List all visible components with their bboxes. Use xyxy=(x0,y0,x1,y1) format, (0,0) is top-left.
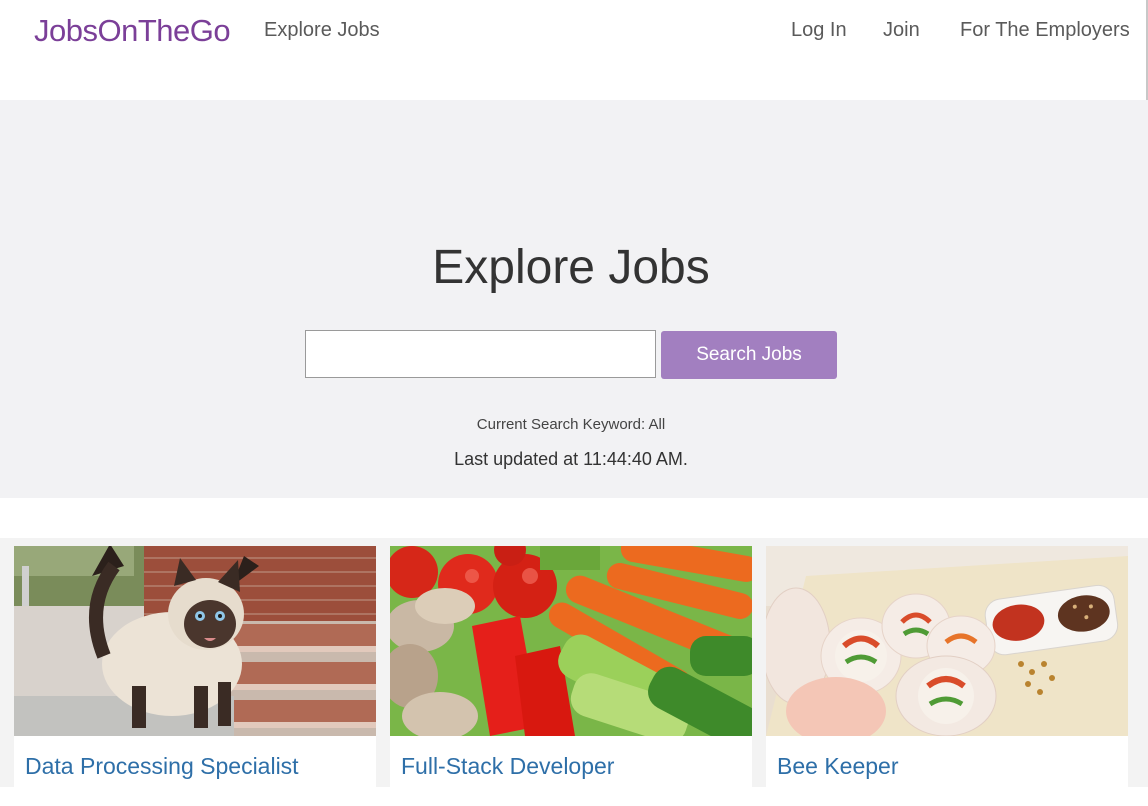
search-input[interactable] xyxy=(305,330,656,378)
siamese-cat-photo[interactable] xyxy=(14,546,376,736)
brand-logo-link[interactable]: JobsOnTheGo xyxy=(34,13,231,49)
hero-section: Explore Jobs Search Jobs Current Search … xyxy=(0,100,1148,498)
job-title-link[interactable]: Data Processing Specialist xyxy=(25,753,299,780)
last-updated-text: Last updated at 11:44:40 AM. xyxy=(454,449,688,469)
job-cards-grid: Data Processing Specialist Full-Stack De… xyxy=(0,538,1148,806)
search-jobs-button[interactable]: Search Jobs xyxy=(661,331,837,379)
nav-for-employers[interactable]: For The Employers xyxy=(960,19,1130,42)
job-title-link[interactable]: Full-Stack Developer xyxy=(401,753,614,780)
nav-log-in[interactable]: Log In xyxy=(791,19,847,42)
job-title-link[interactable]: Bee Keeper xyxy=(777,753,898,780)
nav-join[interactable]: Join xyxy=(883,19,920,42)
spring-rolls-photo[interactable] xyxy=(766,546,1128,736)
top-navbar: JobsOnTheGo Explore Jobs Log In Join For… xyxy=(0,0,1148,100)
nav-explore-jobs[interactable]: Explore Jobs xyxy=(264,19,380,42)
job-card[interactable]: Data Processing Specialist xyxy=(14,546,376,806)
current-keyword-text: Current Search Keyword: All xyxy=(476,416,666,433)
vegetables-photo[interactable] xyxy=(390,546,752,736)
page-title: Explore Jobs xyxy=(432,241,710,294)
job-card[interactable]: Full-Stack Developer xyxy=(390,546,752,806)
job-card[interactable]: Bee Keeper xyxy=(766,546,1128,806)
